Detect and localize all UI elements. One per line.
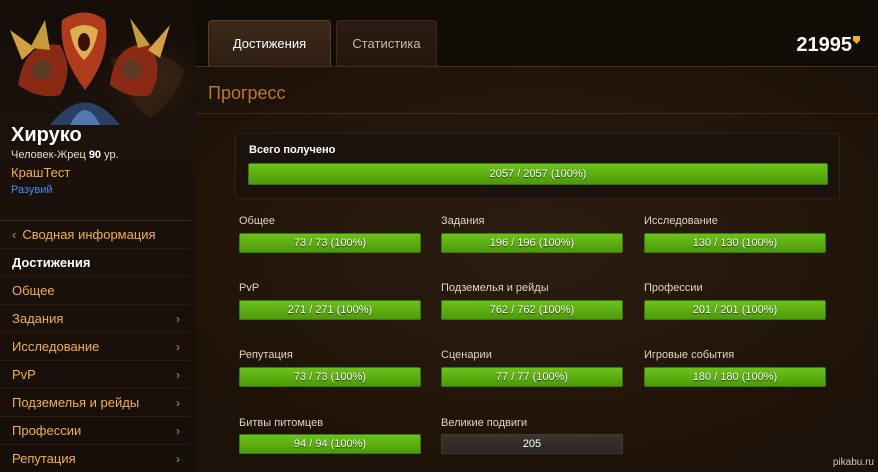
watermark: pikabu.ru — [832, 457, 874, 468]
character-guild[interactable]: Разувий — [11, 184, 53, 196]
character-level: 90 — [88, 149, 102, 161]
category-bar-general[interactable]: 73 / 73 (100%) — [239, 233, 421, 253]
category-label-world-events: Игровые события — [644, 349, 735, 361]
race-class-text: Человек-Жрец — [11, 149, 86, 161]
sidebar-item-summary[interactable]: ‹ Сводная информация — [0, 220, 190, 248]
sidebar-item-professions[interactable]: Профессии › — [0, 416, 190, 444]
category-bar-pet-battles[interactable]: 94 / 94 (100%) — [239, 434, 421, 454]
sidebar-item-label: Исследование — [12, 339, 100, 354]
chevron-right-icon: › — [176, 312, 180, 326]
sidebar-item-label: PvP — [12, 367, 36, 382]
sidebar-item-quests[interactable]: Задания › — [0, 304, 190, 332]
character-name: Хируко — [11, 124, 82, 146]
total-progress-bar: 2057 / 2057 (100%) — [248, 163, 828, 185]
chevron-left-icon: ‹ — [12, 227, 17, 242]
chevron-right-icon: › — [176, 452, 180, 466]
shield-points-icon — [853, 36, 860, 44]
main-panel: Прогресс Всего получено 2057 / 2057 (100… — [196, 66, 878, 472]
category-label-scenarios: Сценарии — [441, 349, 492, 361]
sidebar-item-label: Общее — [12, 283, 55, 298]
category-bar-dungeons-raids[interactable]: 762 / 762 (100%) — [441, 300, 623, 320]
character-portrait[interactable] — [0, 0, 196, 125]
sidebar-item-label: Репутация — [12, 451, 76, 466]
sidebar-item-dungeons-raids[interactable]: Подземелья и рейды › — [0, 388, 190, 416]
category-bar-scenarios[interactable]: 77 / 77 (100%) — [441, 367, 623, 387]
tab-achievements[interactable]: Достижения — [208, 20, 331, 66]
achievement-points: 21995 — [796, 34, 852, 56]
category-label-dungeons-raids: Подземелья и рейды — [441, 282, 549, 294]
category-label-exploration: Исследование — [644, 215, 718, 227]
sidebar-item-general[interactable]: Общее — [0, 276, 190, 304]
category-bar-quests[interactable]: 196 / 196 (100%) — [441, 233, 623, 253]
sidebar-item-label: Сводная информация — [22, 227, 156, 242]
category-label-feats-of-strength: Великие подвиги — [441, 417, 528, 429]
total-label: Всего получено — [249, 144, 336, 156]
total-progress-box: Всего получено 2057 / 2057 (100%) — [235, 133, 840, 199]
tab-statistics[interactable]: Статистика — [336, 20, 437, 66]
divider — [196, 113, 878, 114]
category-bar-reputation[interactable]: 73 / 73 (100%) — [239, 367, 421, 387]
level-suffix: ур. — [104, 149, 119, 161]
category-bar-professions[interactable]: 201 / 201 (100%) — [644, 300, 826, 320]
sidebar-item-pvp[interactable]: PvP › — [0, 360, 190, 388]
category-bar-pvp[interactable]: 271 / 271 (100%) — [239, 300, 421, 320]
category-bar-feats-of-strength[interactable]: 205 — [441, 434, 623, 454]
category-label-quests: Задания — [441, 215, 485, 227]
sidebar-item-label: Профессии — [12, 423, 82, 438]
character-race-class: Человек-Жрец 90 ур. — [11, 149, 119, 161]
character-armor-icon — [10, 12, 185, 125]
sidebar-item-exploration[interactable]: Исследование › — [0, 332, 190, 360]
category-bar-exploration[interactable]: 130 / 130 (100%) — [644, 233, 826, 253]
category-label-professions: Профессии — [644, 282, 703, 294]
section-title: Прогресс — [208, 83, 286, 103]
chevron-right-icon: › — [176, 340, 180, 354]
character-realm[interactable]: КрашТест — [11, 165, 70, 180]
sidebar-nav: ‹ Сводная информация Достижения Общее Зад… — [0, 220, 190, 472]
sidebar: Хируко Человек-Жрец 90 ур. КрашТест Разу… — [0, 0, 196, 472]
category-label-reputation: Репутация — [239, 349, 293, 361]
sidebar-item-reputation[interactable]: Репутация › — [0, 444, 190, 472]
category-label-pvp: PvP — [239, 282, 260, 294]
chevron-right-icon: › — [176, 368, 180, 382]
sidebar-item-label: Подземелья и рейды — [12, 395, 140, 410]
category-label-general: Общее — [239, 215, 276, 227]
chevron-right-icon: › — [176, 396, 180, 410]
sidebar-item-achievements[interactable]: Достижения — [0, 248, 190, 276]
chevron-right-icon: › — [176, 424, 180, 438]
sidebar-item-label: Задания — [12, 311, 64, 326]
sidebar-item-label: Достижения — [12, 255, 91, 270]
category-bar-world-events[interactable]: 180 / 180 (100%) — [644, 367, 826, 387]
category-label-pet-battles: Битвы питомцев — [239, 417, 324, 429]
